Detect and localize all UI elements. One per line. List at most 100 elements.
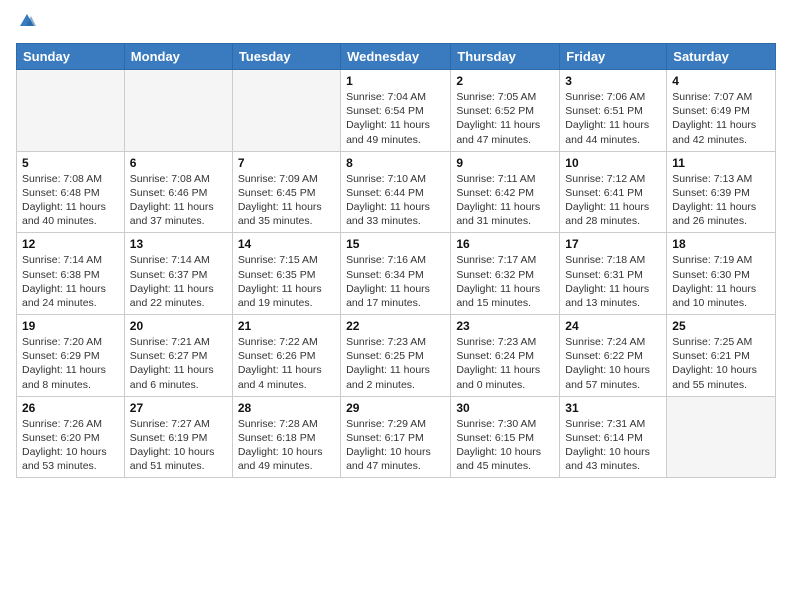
day-number: 24: [565, 319, 661, 333]
day-cell: 28 Sunrise: 7:28 AM Sunset: 6:18 PM Dayli…: [232, 396, 340, 478]
day-cell: 6 Sunrise: 7:08 AM Sunset: 6:46 PM Daylig…: [124, 151, 232, 233]
day-cell: 1Sunrise: 7:04 AM Sunset: 6:54 PM Daylig…: [341, 70, 451, 152]
day-cell: 3 Sunrise: 7:06 AM Sunset: 6:51 PM Daylig…: [560, 70, 667, 152]
day-number: 17: [565, 237, 661, 251]
col-header-thursday: Thursday: [451, 44, 560, 70]
day-number: 30: [456, 401, 554, 415]
day-cell: 27 Sunrise: 7:27 AM Sunset: 6:19 PM Dayli…: [124, 396, 232, 478]
day-cell: 25Sunrise: 7:25 AM Sunset: 6:21 PM Dayli…: [667, 315, 776, 397]
day-cell: 22 Sunrise: 7:23 AM Sunset: 6:25 PM Dayli…: [341, 315, 451, 397]
day-number: 7: [238, 156, 335, 170]
day-info: Sunrise: 7:14 AM Sunset: 6:37 PM Dayligh…: [130, 253, 227, 310]
day-number: 8: [346, 156, 445, 170]
day-cell: 26 Sunrise: 7:26 AM Sunset: 6:20 PM Dayli…: [17, 396, 125, 478]
day-cell: 8 Sunrise: 7:10 AM Sunset: 6:44 PM Daylig…: [341, 151, 451, 233]
day-info: Sunrise: 7:18 AM Sunset: 6:31 PM Dayligh…: [565, 253, 661, 310]
day-info: Sunrise: 7:24 AM Sunset: 6:22 PM Dayligh…: [565, 335, 661, 392]
day-info: Sunrise: 7:23 AM Sunset: 6:24 PM Dayligh…: [456, 335, 554, 392]
day-cell: 5 Sunrise: 7:08 AM Sunset: 6:48 PM Daylig…: [17, 151, 125, 233]
day-cell: 13Sunrise: 7:14 AM Sunset: 6:37 PM Dayli…: [124, 233, 232, 315]
day-number: 5: [22, 156, 119, 170]
logo: [16, 12, 38, 35]
day-cell: 30 Sunrise: 7:30 AM Sunset: 6:15 PM Dayli…: [451, 396, 560, 478]
day-info: Sunrise: 7:17 AM Sunset: 6:32 PM Dayligh…: [456, 253, 554, 310]
day-number: 28: [238, 401, 335, 415]
day-number: 3: [565, 74, 661, 88]
day-info: Sunrise: 7:09 AM Sunset: 6:45 PM Dayligh…: [238, 172, 335, 229]
day-number: 22: [346, 319, 445, 333]
logo-icon: [18, 12, 36, 30]
calendar-table: SundayMondayTuesdayWednesdayThursdayFrid…: [16, 43, 776, 478]
week-row-2: 5 Sunrise: 7:08 AM Sunset: 6:48 PM Daylig…: [17, 151, 776, 233]
day-cell: 4Sunrise: 7:07 AM Sunset: 6:49 PM Daylig…: [667, 70, 776, 152]
day-cell: 23 Sunrise: 7:23 AM Sunset: 6:24 PM Dayli…: [451, 315, 560, 397]
week-row-5: 26 Sunrise: 7:26 AM Sunset: 6:20 PM Dayli…: [17, 396, 776, 478]
day-info: Sunrise: 7:25 AM Sunset: 6:21 PM Dayligh…: [672, 335, 770, 392]
header: [16, 12, 776, 35]
day-info: Sunrise: 7:13 AM Sunset: 6:39 PM Dayligh…: [672, 172, 770, 229]
day-number: 11: [672, 156, 770, 170]
day-info: Sunrise: 7:04 AM Sunset: 6:54 PM Dayligh…: [346, 90, 445, 147]
day-info: Sunrise: 7:12 AM Sunset: 6:41 PM Dayligh…: [565, 172, 661, 229]
day-number: 10: [565, 156, 661, 170]
day-cell: 14Sunrise: 7:15 AM Sunset: 6:35 PM Dayli…: [232, 233, 340, 315]
day-number: 23: [456, 319, 554, 333]
day-info: Sunrise: 7:14 AM Sunset: 6:38 PM Dayligh…: [22, 253, 119, 310]
day-cell: 2 Sunrise: 7:05 AM Sunset: 6:52 PM Daylig…: [451, 70, 560, 152]
day-cell: 31Sunrise: 7:31 AM Sunset: 6:14 PM Dayli…: [560, 396, 667, 478]
day-number: 14: [238, 237, 335, 251]
day-cell: 21 Sunrise: 7:22 AM Sunset: 6:26 PM Dayli…: [232, 315, 340, 397]
day-info: Sunrise: 7:31 AM Sunset: 6:14 PM Dayligh…: [565, 417, 661, 474]
day-info: Sunrise: 7:29 AM Sunset: 6:17 PM Dayligh…: [346, 417, 445, 474]
day-info: Sunrise: 7:23 AM Sunset: 6:25 PM Dayligh…: [346, 335, 445, 392]
day-info: Sunrise: 7:05 AM Sunset: 6:52 PM Dayligh…: [456, 90, 554, 147]
col-header-sunday: Sunday: [17, 44, 125, 70]
day-number: 27: [130, 401, 227, 415]
day-info: Sunrise: 7:11 AM Sunset: 6:42 PM Dayligh…: [456, 172, 554, 229]
day-number: 19: [22, 319, 119, 333]
week-row-1: 1Sunrise: 7:04 AM Sunset: 6:54 PM Daylig…: [17, 70, 776, 152]
day-cell: 17 Sunrise: 7:18 AM Sunset: 6:31 PM Dayli…: [560, 233, 667, 315]
day-cell: 24 Sunrise: 7:24 AM Sunset: 6:22 PM Dayli…: [560, 315, 667, 397]
day-info: Sunrise: 7:06 AM Sunset: 6:51 PM Dayligh…: [565, 90, 661, 147]
day-cell: [232, 70, 340, 152]
day-number: 29: [346, 401, 445, 415]
day-cell: [17, 70, 125, 152]
day-cell: 29 Sunrise: 7:29 AM Sunset: 6:17 PM Dayli…: [341, 396, 451, 478]
col-header-friday: Friday: [560, 44, 667, 70]
day-info: Sunrise: 7:26 AM Sunset: 6:20 PM Dayligh…: [22, 417, 119, 474]
page: SundayMondayTuesdayWednesdayThursdayFrid…: [0, 0, 792, 612]
day-cell: 19Sunrise: 7:20 AM Sunset: 6:29 PM Dayli…: [17, 315, 125, 397]
col-header-monday: Monday: [124, 44, 232, 70]
day-number: 12: [22, 237, 119, 251]
day-cell: 11 Sunrise: 7:13 AM Sunset: 6:39 PM Dayli…: [667, 151, 776, 233]
day-info: Sunrise: 7:30 AM Sunset: 6:15 PM Dayligh…: [456, 417, 554, 474]
day-info: Sunrise: 7:27 AM Sunset: 6:19 PM Dayligh…: [130, 417, 227, 474]
day-cell: 15Sunrise: 7:16 AM Sunset: 6:34 PM Dayli…: [341, 233, 451, 315]
col-header-wednesday: Wednesday: [341, 44, 451, 70]
col-header-tuesday: Tuesday: [232, 44, 340, 70]
col-header-saturday: Saturday: [667, 44, 776, 70]
day-cell: 20 Sunrise: 7:21 AM Sunset: 6:27 PM Dayli…: [124, 315, 232, 397]
day-info: Sunrise: 7:28 AM Sunset: 6:18 PM Dayligh…: [238, 417, 335, 474]
day-info: Sunrise: 7:22 AM Sunset: 6:26 PM Dayligh…: [238, 335, 335, 392]
week-row-4: 19Sunrise: 7:20 AM Sunset: 6:29 PM Dayli…: [17, 315, 776, 397]
day-number: 20: [130, 319, 227, 333]
day-cell: 10 Sunrise: 7:12 AM Sunset: 6:41 PM Dayli…: [560, 151, 667, 233]
day-cell: 16Sunrise: 7:17 AM Sunset: 6:32 PM Dayli…: [451, 233, 560, 315]
day-info: Sunrise: 7:08 AM Sunset: 6:46 PM Dayligh…: [130, 172, 227, 229]
day-number: 9: [456, 156, 554, 170]
day-number: 21: [238, 319, 335, 333]
day-info: Sunrise: 7:10 AM Sunset: 6:44 PM Dayligh…: [346, 172, 445, 229]
day-cell: 7 Sunrise: 7:09 AM Sunset: 6:45 PM Daylig…: [232, 151, 340, 233]
day-number: 26: [22, 401, 119, 415]
day-info: Sunrise: 7:07 AM Sunset: 6:49 PM Dayligh…: [672, 90, 770, 147]
day-cell: 12 Sunrise: 7:14 AM Sunset: 6:38 PM Dayli…: [17, 233, 125, 315]
day-cell: 18Sunrise: 7:19 AM Sunset: 6:30 PM Dayli…: [667, 233, 776, 315]
day-cell: 9 Sunrise: 7:11 AM Sunset: 6:42 PM Daylig…: [451, 151, 560, 233]
day-number: 2: [456, 74, 554, 88]
day-info: Sunrise: 7:08 AM Sunset: 6:48 PM Dayligh…: [22, 172, 119, 229]
day-number: 6: [130, 156, 227, 170]
day-cell: [124, 70, 232, 152]
day-info: Sunrise: 7:21 AM Sunset: 6:27 PM Dayligh…: [130, 335, 227, 392]
